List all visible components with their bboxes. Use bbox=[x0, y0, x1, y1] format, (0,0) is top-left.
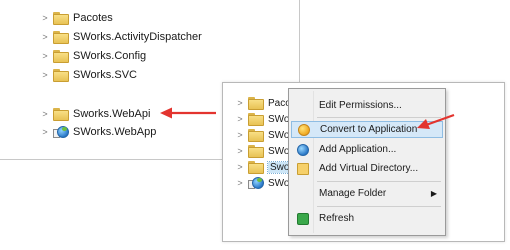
menu-item-label: Edit Permissions... bbox=[319, 100, 402, 111]
expand-chevron-icon[interactable]: > bbox=[235, 178, 245, 188]
expand-chevron-icon[interactable]: > bbox=[40, 13, 50, 23]
tree-node-config[interactable]: > SWorks.Config bbox=[40, 48, 146, 64]
tree-node-pacotes[interactable]: > Pacotes bbox=[40, 10, 113, 26]
tree-node-label: Pacotes bbox=[73, 12, 113, 24]
menu-item-label: Add Virtual Directory... bbox=[319, 163, 419, 174]
folder-icon bbox=[53, 107, 69, 121]
submenu-arrow-icon: ▶ bbox=[430, 189, 437, 198]
expand-chevron-icon[interactable]: > bbox=[235, 130, 245, 140]
menu-item-add-virtual-directory[interactable]: Add Virtual Directory... bbox=[291, 160, 443, 177]
tree-node-label: SWorks.WebApp bbox=[73, 126, 157, 138]
virtual-directory-icon bbox=[297, 162, 309, 175]
tree-node-label: SWorks.SVC bbox=[73, 69, 137, 81]
folder-icon bbox=[248, 96, 264, 110]
expand-chevron-icon[interactable]: > bbox=[40, 32, 50, 42]
expand-chevron-icon[interactable]: > bbox=[235, 114, 245, 124]
expand-chevron-icon[interactable]: > bbox=[235, 162, 245, 172]
tree-node-webapi[interactable]: > Sworks.WebApi bbox=[40, 106, 150, 122]
expand-chevron-icon[interactable]: > bbox=[40, 109, 50, 119]
annotation-arrow-left bbox=[160, 107, 216, 119]
tree-node-swor-2[interactable]: > SWor bbox=[235, 127, 293, 143]
menu-separator bbox=[317, 181, 441, 182]
folder-icon bbox=[53, 68, 69, 82]
add-app-icon bbox=[297, 143, 309, 156]
expand-chevron-icon[interactable]: > bbox=[235, 146, 245, 156]
tree-node-swor-app[interactable]: > SWor bbox=[235, 175, 293, 191]
menu-item-refresh[interactable]: Refresh bbox=[291, 210, 443, 227]
menu-item-label: Manage Folder bbox=[319, 188, 387, 199]
menu-item-add-application[interactable]: Add Application... bbox=[291, 141, 443, 158]
tree-node-swor-1[interactable]: > SWor bbox=[235, 111, 293, 127]
tree-node-activitydispatcher[interactable]: > SWorks.ActivityDispatcher bbox=[40, 29, 202, 45]
expand-chevron-icon[interactable]: > bbox=[40, 127, 50, 137]
menu-item-label: Add Application... bbox=[319, 144, 397, 155]
expand-chevron-icon[interactable]: > bbox=[235, 98, 245, 108]
folder-icon bbox=[248, 144, 264, 158]
tree-node-label: SWorks.ActivityDispatcher bbox=[73, 31, 202, 43]
tree-node-svc[interactable]: > SWorks.SVC bbox=[40, 67, 137, 83]
folder-icon bbox=[53, 30, 69, 44]
menu-item-manage-folder[interactable]: Manage Folder ▶ bbox=[291, 185, 443, 202]
context-menu: Edit Permissions... Convert to Applicati… bbox=[288, 88, 446, 236]
menu-item-label: Refresh bbox=[319, 213, 355, 224]
annotation-arrow-menu bbox=[417, 113, 455, 129]
tree-node-pacot[interactable]: > Pacot bbox=[235, 95, 294, 111]
globe-app-icon bbox=[53, 125, 69, 139]
folder-icon bbox=[248, 160, 264, 174]
folder-icon bbox=[248, 112, 264, 126]
folder-icon bbox=[248, 128, 264, 142]
globe-app-icon bbox=[248, 176, 264, 190]
tree-node-swor-selected[interactable]: > Swor bbox=[235, 159, 296, 175]
tree-node-swor-3[interactable]: > SWor bbox=[235, 143, 293, 159]
expand-chevron-icon[interactable]: > bbox=[40, 51, 50, 61]
expand-chevron-icon[interactable]: > bbox=[40, 70, 50, 80]
folder-icon bbox=[53, 49, 69, 63]
tree-node-label: SWorks.Config bbox=[73, 50, 147, 62]
convert-icon bbox=[298, 123, 310, 136]
refresh-icon bbox=[297, 212, 309, 225]
tree-node-label: Sworks.WebApi bbox=[73, 108, 151, 120]
menu-separator bbox=[317, 206, 441, 207]
tree-node-webapp[interactable]: > SWorks.WebApp bbox=[40, 124, 156, 140]
folder-icon bbox=[53, 11, 69, 25]
